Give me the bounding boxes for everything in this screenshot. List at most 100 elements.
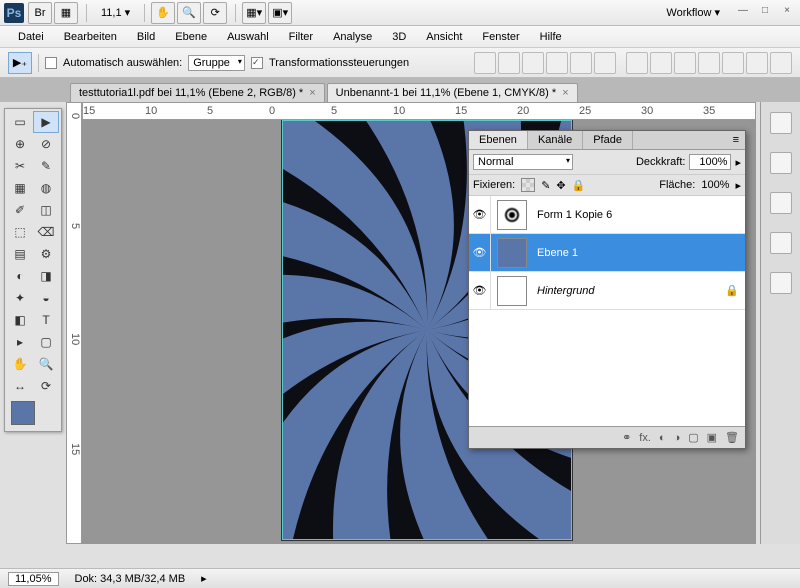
tool-7[interactable]: ◍ bbox=[33, 177, 59, 199]
distribute-2[interactable] bbox=[650, 52, 672, 74]
blend-mode-dropdown[interactable]: Normal bbox=[473, 154, 573, 170]
menu-bearbeiten[interactable]: Bearbeiten bbox=[54, 28, 127, 46]
tool-9[interactable]: ◫ bbox=[33, 199, 59, 221]
tool-11[interactable]: ⌫ bbox=[33, 221, 59, 243]
transform-checkbox[interactable] bbox=[251, 57, 263, 69]
menu-ebene[interactable]: Ebene bbox=[165, 28, 217, 46]
layer-lock-icon[interactable]: 🔒 bbox=[725, 284, 745, 297]
tool-24[interactable]: ↔ bbox=[7, 375, 33, 397]
layer-visibility-icon[interactable]: 👁 bbox=[469, 234, 491, 271]
window-close[interactable]: × bbox=[778, 5, 796, 21]
new-layer-icon[interactable]: ▣ bbox=[707, 431, 717, 444]
tool-14[interactable]: ◐ bbox=[7, 265, 33, 287]
menu-datei[interactable]: Datei bbox=[8, 28, 54, 46]
tab-kanaele[interactable]: Kanäle bbox=[528, 131, 583, 149]
tool-25[interactable]: ⟳ bbox=[33, 375, 59, 397]
tool-23[interactable]: 🔍 bbox=[33, 353, 59, 375]
bridge-button[interactable]: Br bbox=[28, 2, 52, 24]
fill-input[interactable]: 100% bbox=[701, 179, 729, 191]
tool-5[interactable]: ✎ bbox=[33, 155, 59, 177]
tab-ebenen[interactable]: Ebenen bbox=[469, 131, 528, 149]
tool-6[interactable]: ▦ bbox=[7, 177, 33, 199]
tool-12[interactable]: ▤ bbox=[7, 243, 33, 265]
layer-mask-icon[interactable]: ◐ bbox=[659, 432, 666, 444]
dock-colors-icon[interactable] bbox=[770, 112, 792, 134]
dock-swatches-icon[interactable] bbox=[770, 152, 792, 174]
hand-tool-title[interactable]: ✋ bbox=[151, 2, 175, 24]
opacity-input[interactable]: 100% bbox=[689, 154, 731, 170]
arrange-button[interactable]: ▦▾ bbox=[242, 2, 266, 24]
distribute-4[interactable] bbox=[698, 52, 720, 74]
panel-menu-icon[interactable]: ≡ bbox=[727, 131, 745, 149]
tool-16[interactable]: ✦ bbox=[7, 287, 33, 309]
ruler-horizontal[interactable]: 1510505101520253035 bbox=[82, 102, 756, 120]
lock-pixels[interactable]: ✎ bbox=[541, 179, 550, 192]
align-hcenter[interactable] bbox=[570, 52, 592, 74]
layer-thumbnail[interactable] bbox=[497, 276, 527, 306]
minibridge-button[interactable]: ▦ bbox=[54, 2, 78, 24]
lock-transparency[interactable] bbox=[521, 178, 535, 192]
layer-visibility-icon[interactable]: 👁 bbox=[469, 272, 491, 309]
zoom-tool-title[interactable]: 🔍 bbox=[177, 2, 201, 24]
tool-22[interactable]: ✋ bbox=[7, 353, 33, 375]
distribute-5[interactable] bbox=[722, 52, 744, 74]
layer-name[interactable]: Form 1 Kopie 6 bbox=[533, 209, 725, 221]
link-layers-icon[interactable]: ⚭ bbox=[622, 431, 631, 444]
layer-name[interactable]: Ebene 1 bbox=[533, 247, 725, 259]
tool-19[interactable]: T bbox=[33, 309, 59, 331]
delete-layer-icon[interactable]: 🗑 bbox=[725, 431, 739, 444]
workspace-switcher[interactable]: Workflow ▾ bbox=[656, 4, 730, 21]
dock-styles-icon[interactable] bbox=[770, 192, 792, 214]
group-icon[interactable]: ▢ bbox=[688, 431, 698, 444]
layer-thumbnail[interactable] bbox=[497, 238, 527, 268]
autoselect-checkbox[interactable] bbox=[45, 57, 57, 69]
tab-close-icon[interactable]: × bbox=[562, 87, 568, 99]
menu-bild[interactable]: Bild bbox=[127, 28, 165, 46]
lock-all[interactable]: 🔒 bbox=[572, 179, 586, 192]
rotate-view-title[interactable]: ⟳ bbox=[203, 2, 227, 24]
layer-thumbnail[interactable] bbox=[497, 200, 527, 230]
layer-visibility-icon[interactable]: 👁 bbox=[469, 196, 491, 233]
layer-row[interactable]: 👁 Form 1 Kopie 6 bbox=[469, 196, 745, 234]
align-left[interactable] bbox=[546, 52, 568, 74]
align-bottom[interactable] bbox=[522, 52, 544, 74]
title-zoom[interactable]: 11,1 ▾ bbox=[101, 6, 130, 19]
layer-fx-icon[interactable]: fx. bbox=[639, 432, 651, 444]
tab-pfade[interactable]: Pfade bbox=[583, 131, 633, 149]
tool-21[interactable]: ▢ bbox=[33, 331, 59, 353]
tool-18[interactable]: ◧ bbox=[7, 309, 33, 331]
foreground-swatch[interactable] bbox=[11, 401, 35, 425]
document-tab[interactable]: testtutoria1l.pdf bei 11,1% (Ebene 2, RG… bbox=[70, 83, 325, 102]
auto-align[interactable] bbox=[770, 52, 792, 74]
layer-name[interactable]: Hintergrund bbox=[533, 285, 725, 297]
tool-20[interactable]: ▸ bbox=[7, 331, 33, 353]
distribute-6[interactable] bbox=[746, 52, 768, 74]
tool-1[interactable]: ▶ bbox=[33, 111, 59, 133]
autoselect-dropdown[interactable]: Gruppe bbox=[188, 55, 245, 71]
menu-fenster[interactable]: Fenster bbox=[472, 28, 529, 46]
fill-slider-icon[interactable]: ▸ bbox=[735, 179, 741, 192]
tool-0[interactable]: ▭ bbox=[7, 111, 33, 133]
layer-row[interactable]: 👁 Hintergrund🔒 bbox=[469, 272, 745, 310]
layer-row[interactable]: 👁 Ebene 1 bbox=[469, 234, 745, 272]
tool-4[interactable]: ✂ bbox=[7, 155, 33, 177]
dock-history-icon[interactable] bbox=[770, 272, 792, 294]
adj-layer-icon[interactable]: ◑ bbox=[674, 432, 681, 444]
opacity-slider-icon[interactable]: ▸ bbox=[735, 156, 741, 169]
distribute-3[interactable] bbox=[674, 52, 696, 74]
menu-3d[interactable]: 3D bbox=[382, 28, 416, 46]
align-right[interactable] bbox=[594, 52, 616, 74]
ruler-vertical[interactable]: 051015 bbox=[66, 102, 82, 544]
menu-ansicht[interactable]: Ansicht bbox=[416, 28, 472, 46]
tool-15[interactable]: ◨ bbox=[33, 265, 59, 287]
menu-auswahl[interactable]: Auswahl bbox=[217, 28, 279, 46]
align-vcenter[interactable] bbox=[498, 52, 520, 74]
status-zoom[interactable]: 11,05% bbox=[8, 572, 59, 586]
window-minimize[interactable]: — bbox=[734, 5, 752, 21]
tool-3[interactable]: ⊘ bbox=[33, 133, 59, 155]
distribute-1[interactable] bbox=[626, 52, 648, 74]
status-docsize[interactable]: Dok: 34,3 MB/32,4 MB bbox=[75, 573, 186, 585]
status-arrow-icon[interactable]: ▸ bbox=[201, 572, 207, 585]
menu-hilfe[interactable]: Hilfe bbox=[530, 28, 572, 46]
tool-2[interactable]: ⊕ bbox=[7, 133, 33, 155]
